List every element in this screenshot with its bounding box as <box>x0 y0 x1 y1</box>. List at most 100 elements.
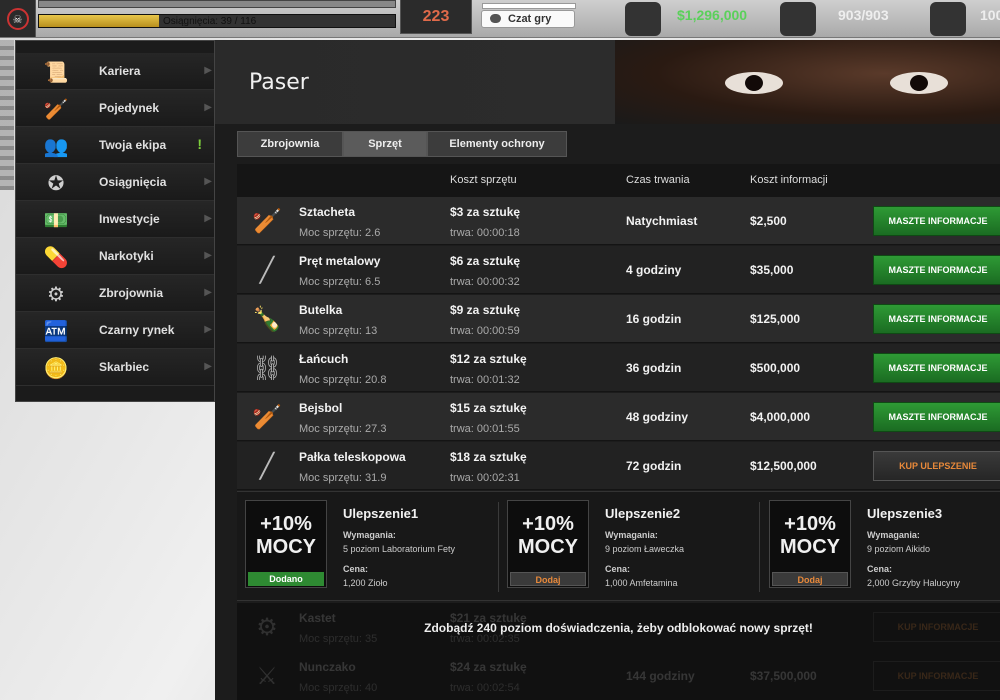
power-boost-badge: +10% MOCY Dodano <box>245 500 327 588</box>
buy-upgrade-button[interactable]: KUP ULEPSZENIE <box>873 451 1000 481</box>
sidebar-item-label: Skarbiec <box>99 360 150 374</box>
locked-table-row: ⚔ Nunczako Moc sprzętu: 40 $24 za sztukę trw… <box>237 652 1000 700</box>
pills-icon: 💊 <box>43 246 69 269</box>
sidebar-item-osiagniecia[interactable]: ✪ Osiągnięcia ▶ <box>16 164 214 201</box>
sidebar-item-inwestycje[interactable]: 💵 Inwestycje ▶ <box>16 201 214 238</box>
sidebar-item-label: Inwestycje <box>99 212 160 226</box>
sidebar-item-label: Twoja ekipa <box>99 138 167 152</box>
brass-knuckles-icon: ⚙ <box>47 283 65 306</box>
chain-decoration <box>0 40 14 190</box>
column-header-info-cost: Koszt informacji <box>750 174 828 186</box>
sidebar-item-narkotyki[interactable]: 💊 Narkotyki ▶ <box>16 238 214 275</box>
sidebar-item-pojedynek[interactable]: 🏏 Pojedynek ▶ <box>16 90 214 127</box>
item-info-cost: $35,000 <box>750 263 794 277</box>
sidebar-item-kariera[interactable]: 📜 Kariera ▶ <box>16 53 214 90</box>
item-power: Moc sprzętu: 6.5 <box>299 276 381 288</box>
item-price: $9 za sztukę <box>450 303 521 317</box>
pupil <box>745 75 763 91</box>
get-info-button[interactable]: MASZTE INFORMACJE <box>873 353 1000 383</box>
tab-sprzet[interactable]: Sprzęt <box>343 131 427 157</box>
money-icon <box>625 2 661 36</box>
upgrade-card: +10% MOCY Dodaj Ulepszenie2 Wymagania: 9 pozi… <box>499 492 761 602</box>
item-info-cost: $2,500 <box>750 214 787 228</box>
right-eye <box>890 72 948 94</box>
top-bar: ☠ Osiągnięcia: 39 / 116 223 Czat gry $1,… <box>0 0 1000 38</box>
table-row: 🏏 Bejsbol Moc sprzętu: 27.3 $15 za sztukę tr… <box>237 393 1000 441</box>
item-price: $15 za sztukę <box>450 401 527 415</box>
item-time: 144 godziny <box>626 669 695 683</box>
chevron-right-icon: ▶ <box>204 65 212 76</box>
price-label: Cena: <box>605 564 631 574</box>
add-button[interactable]: Dodaj <box>510 572 586 586</box>
coins-icon: 🪙 <box>43 357 69 380</box>
buy-info-button: KUP INFORMACJE <box>873 661 1000 691</box>
pupil <box>910 75 928 91</box>
sidebar-item-label: Zbrojownia <box>99 286 163 300</box>
item-name: Sztacheta <box>299 205 356 219</box>
price-value: 1,200 Zioło <box>343 578 388 588</box>
chevron-right-icon: ▶ <box>204 324 212 335</box>
cash-register-icon: 🏧 <box>43 320 69 343</box>
chat-button[interactable]: Czat gry <box>481 3 576 28</box>
item-price: $24 za sztukę <box>450 660 527 674</box>
get-info-button[interactable]: MASZTE INFORMACJE <box>873 255 1000 285</box>
item-time: 4 godziny <box>626 263 682 277</box>
item-name: Łańcuch <box>299 352 349 366</box>
requirements-label: Wymagania: <box>343 530 396 540</box>
item-duration: trwa: 00:00:32 <box>450 276 520 288</box>
chevron-right-icon: ▶ <box>204 287 212 298</box>
tab-elementy-ochrony[interactable]: Elementy ochrony <box>427 131 567 157</box>
item-name: Bejsbol <box>299 401 343 415</box>
get-info-button[interactable]: MASZTE INFORMACJE <box>873 304 1000 334</box>
sidebar-item-czarny-rynek[interactable]: 🏧 Czarny rynek ▶ <box>16 312 214 349</box>
requirements-label: Wymagania: <box>867 530 920 540</box>
profile-badge[interactable]: ☠ <box>0 0 36 37</box>
get-info-button[interactable]: MASZTE INFORMACJE <box>873 206 1000 236</box>
chevron-right-icon: ▶ <box>204 176 212 187</box>
weapon-icon: ╱ <box>259 452 275 480</box>
money-icon: 💵 <box>43 209 69 232</box>
item-info-cost: $4,000,000 <box>750 410 811 424</box>
boost-label: MOCY <box>256 536 316 558</box>
item-name: Pręt metalowy <box>299 254 381 268</box>
upgrade-name: Ulepszenie1 <box>343 506 419 521</box>
item-info-cost: $125,000 <box>750 312 801 326</box>
page-title: Paser <box>249 70 309 95</box>
table-row: 🏏 Sztacheta Moc sprzętu: 2.6 $3 za sztukę tr… <box>237 197 1000 245</box>
bat-icon: 🏏 <box>43 98 69 121</box>
boost-label: MOCY <box>518 536 578 558</box>
heart-icon <box>930 2 966 36</box>
chevron-right-icon: ▶ <box>204 250 212 261</box>
health-value: 100 <box>980 7 1000 23</box>
sidebar-item-skarbiec[interactable]: 🪙 Skarbiec ▶ <box>16 349 214 386</box>
upgrades-panel: +10% MOCY Dodano Ulepszenie1 Wymagania: 5 poz… <box>237 491 1000 601</box>
experience-box: Osiągnięcia: 39 / 116 <box>38 0 398 32</box>
health-stat: 100 <box>925 0 1000 37</box>
item-power: Moc sprzętu: 13 <box>299 325 378 337</box>
weapon-icon: ⚔ <box>256 662 278 690</box>
money-stat: $1,296,000 <box>615 0 795 37</box>
weapon-icon: ⛓ <box>251 354 283 382</box>
item-time: 72 godzin <box>626 459 682 473</box>
item-price: $12 za sztukę <box>450 352 527 366</box>
column-header-duration: Czas trwania <box>626 174 690 186</box>
boost-percent: +10% <box>784 513 836 535</box>
item-info-cost: $12,500,000 <box>750 459 817 473</box>
upgrade-card: +10% MOCY Dodano Ulepszenie1 Wymagania: 5 poz… <box>237 492 499 602</box>
header-face-image <box>615 40 1000 124</box>
price-value: 1,000 Amfetamina <box>605 578 678 588</box>
tab-zbrojownia[interactable]: Zbrojownia <box>237 131 343 157</box>
achievements-text: Osiągnięcia: 39 / 116 <box>163 16 257 27</box>
weapon-icon: 🍾 <box>252 305 282 333</box>
item-price: $6 za sztukę <box>450 254 521 268</box>
table-row: ╱ Pałka teleskopowa Moc sprzętu: 31.9 $18 z… <box>237 442 1000 490</box>
item-time: Natychmiast <box>626 214 698 228</box>
sidebar-item-twoja-ekipa[interactable]: 👥 Twoja ekipa! <box>16 127 214 164</box>
get-info-button[interactable]: MASZTE INFORMACJE <box>873 402 1000 432</box>
item-power: Moc sprzętu: 27.3 <box>299 423 387 435</box>
health-bar <box>38 0 396 8</box>
weapon-icon: 🏏 <box>252 207 282 235</box>
added-button[interactable]: Dodano <box>248 572 324 586</box>
add-button[interactable]: Dodaj <box>772 572 848 586</box>
sidebar-item-zbrojownia[interactable]: ⚙ Zbrojownia ▶ <box>16 275 214 312</box>
